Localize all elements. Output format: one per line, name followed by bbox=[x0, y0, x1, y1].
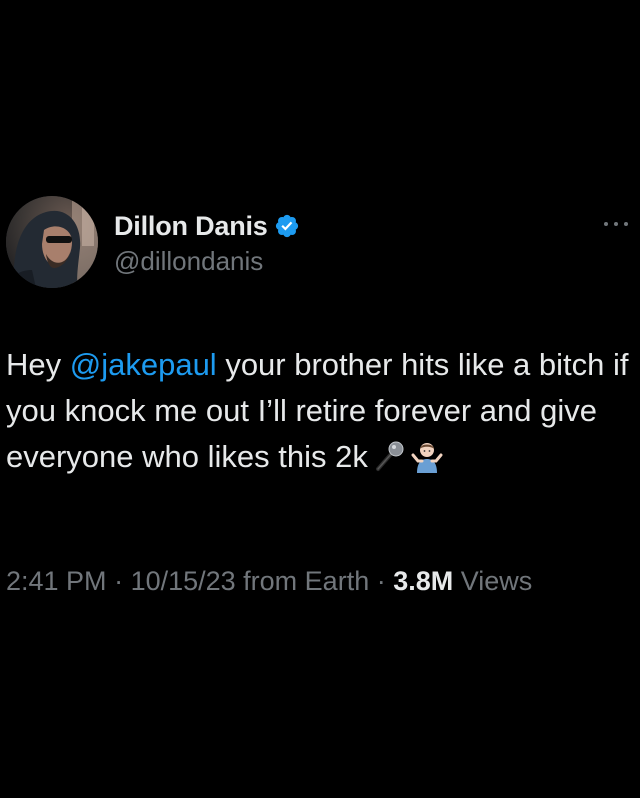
tweet-date[interactable]: 10/15/23 bbox=[131, 566, 236, 596]
dot bbox=[604, 222, 608, 226]
views-count[interactable]: 3.8M bbox=[393, 566, 453, 596]
tweet-source: from Earth bbox=[235, 566, 370, 596]
microphone-emoji-icon bbox=[372, 439, 406, 473]
tweet-header: Dillon Danis @dillondanis bbox=[6, 196, 634, 292]
man-shrugging-emoji-icon bbox=[410, 439, 444, 473]
dot bbox=[614, 222, 618, 226]
verified-badge-icon[interactable] bbox=[274, 213, 300, 239]
dot bbox=[624, 222, 628, 226]
tweet-meta: 2:41 PM · 10/15/23 from Earth · 3.8M Vie… bbox=[6, 566, 532, 597]
tweet-time[interactable]: 2:41 PM bbox=[6, 566, 107, 596]
display-name[interactable]: Dillon Danis bbox=[114, 211, 268, 242]
more-horizontal-icon[interactable] bbox=[604, 218, 628, 230]
author-info: Dillon Danis @dillondanis bbox=[114, 210, 300, 277]
author-handle[interactable]: @dillondanis bbox=[114, 246, 300, 277]
tweet-screenshot: Dillon Danis @dillondanis Hey @jakepaul … bbox=[0, 0, 640, 798]
tweet-text: Hey @jakepaul your brother hits like a b… bbox=[6, 342, 634, 480]
tweet-text-prefix: Hey bbox=[6, 347, 70, 382]
separator: · bbox=[369, 566, 394, 596]
separator: · bbox=[106, 566, 131, 596]
avatar[interactable] bbox=[6, 196, 98, 288]
tweet-card: Dillon Danis @dillondanis Hey @jakepaul … bbox=[6, 196, 634, 596]
profile-photo-icon bbox=[6, 196, 98, 288]
views-label: Views bbox=[453, 566, 533, 596]
mention-link[interactable]: @jakepaul bbox=[70, 347, 217, 382]
name-row: Dillon Danis bbox=[114, 210, 300, 242]
